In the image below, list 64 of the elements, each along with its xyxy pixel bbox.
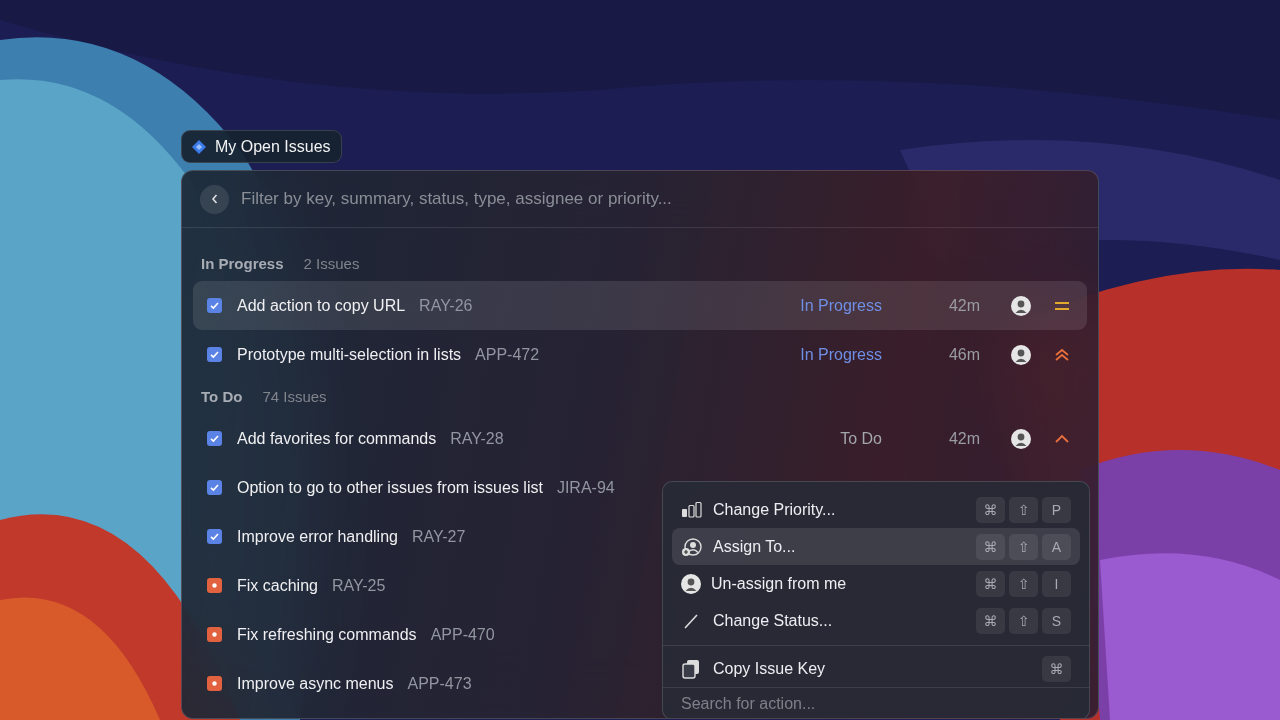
back-button[interactable]: [200, 184, 229, 214]
issue-age: 42m: [947, 296, 980, 315]
avatar-icon: [681, 573, 701, 594]
shortcut-key: P: [1042, 496, 1071, 523]
issue-title: Improve async menus: [237, 674, 394, 693]
menu-item-label: Un-assign from me: [711, 574, 848, 593]
issue-status: In Progress: [800, 296, 882, 315]
issue-key: APP-470: [430, 625, 495, 644]
issue-title: Fix caching: [237, 576, 318, 595]
issue-row[interactable]: Add favorites for commands RAY-28 To Do 42m: [193, 414, 1087, 463]
issue-title: Fix refreshing commands: [237, 625, 417, 644]
avatar-icon: [1011, 295, 1031, 316]
section-title: To Do: [201, 388, 243, 405]
issue-status: In Progress: [800, 345, 882, 364]
shortcut-key: ⌘: [976, 607, 1005, 634]
menu-item-label: Copy Issue Key: [713, 659, 827, 678]
section-title: In Progress: [201, 255, 284, 272]
chevron-left-icon: [209, 193, 220, 205]
menu-item[interactable]: Change Status... ⌘ ⇧ S: [672, 602, 1080, 639]
issue-key: RAY-27: [411, 527, 466, 546]
issue-row[interactable]: Prototype multi-selection in lists APP-472 In Progress 46m: [193, 330, 1087, 379]
shortcut-key: S: [1042, 607, 1071, 634]
menu-item[interactable]: Assign To... ⌘ ⇧ A: [672, 528, 1080, 565]
issue-age: 46m: [947, 345, 980, 364]
menu-item-label: Assign To...: [713, 537, 797, 556]
command-title: My Open Issues: [181, 130, 342, 163]
issue-key: RAY-28: [450, 429, 504, 448]
shortcut-key: ⇧: [1009, 533, 1038, 560]
diamond-icon: [192, 139, 206, 154]
shortcut-key: ⇧: [1009, 607, 1038, 634]
shortcut-key: ⇧: [1009, 496, 1038, 523]
menu-item-label: Change Status...: [713, 611, 834, 630]
menu-item-label: Change Priority...: [713, 500, 837, 519]
shortcut-key: ⌘: [1042, 655, 1071, 682]
avatar-icon: [1011, 344, 1031, 365]
menu-item[interactable]: Copy Issue Key ⌘: [672, 650, 1080, 687]
user-plus-icon: [681, 536, 703, 557]
issue-key: APP-472: [475, 345, 540, 364]
shortcut-key: ⇧: [1009, 570, 1038, 597]
shortcut-key: I: [1042, 570, 1071, 597]
issue-row[interactable]: Add action to copy URL RAY-26 In Progress 42m: [193, 281, 1087, 330]
shortcut-key: ⌘: [976, 533, 1005, 560]
shortcut-key: ⌘: [976, 496, 1005, 523]
issue-count: 74 Issues: [262, 388, 327, 405]
issue-title: Prototype multi-selection in lists: [237, 345, 462, 364]
issue-count: 2 Issues: [303, 255, 360, 272]
action-search-field[interactable]: Search for action...: [663, 687, 1089, 718]
search-field[interactable]: Filter by key, summary, status, type, assignee or priority...: [239, 188, 1080, 210]
avatar-icon: [1011, 428, 1031, 449]
issue-key: RAY-25: [331, 576, 386, 595]
menu-item[interactable]: Un-assign from me ⌘ ⇧ I: [672, 565, 1080, 602]
issue-status: To Do: [840, 429, 882, 448]
shortcut-key: ⌘: [976, 570, 1005, 597]
bars-icon: [681, 499, 703, 520]
issue-key: JIRA-94: [556, 478, 615, 497]
issue-title: Option to go to other issues from issues list: [237, 478, 543, 497]
issue-age: 42m: [947, 429, 980, 448]
issue-key: APP-473: [407, 674, 472, 693]
issue-title: Add favorites for commands: [237, 429, 437, 448]
menu-item[interactable]: Change Priority... ⌘ ⇧ P: [672, 491, 1080, 528]
issue-key: RAY-26: [419, 296, 473, 315]
issue-title: Improve error handling: [237, 527, 398, 546]
shortcut-key: A: [1042, 533, 1071, 560]
issue-title: Add action to copy URL: [237, 296, 406, 315]
